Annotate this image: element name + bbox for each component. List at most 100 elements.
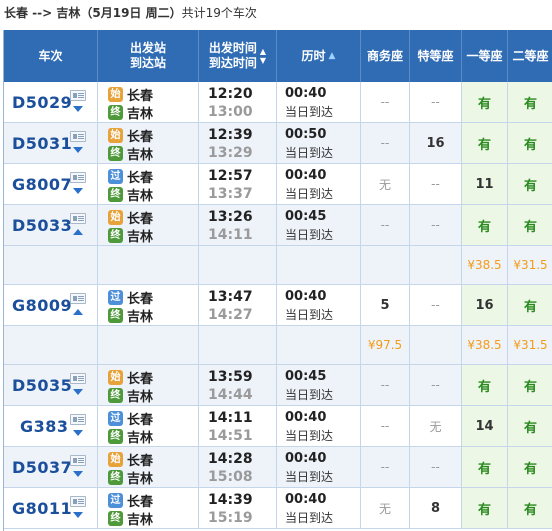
- train-detail-icon[interactable]: [70, 293, 86, 304]
- seat-available[interactable]: 有: [462, 488, 507, 528]
- expand-arrow-icon[interactable]: [73, 430, 83, 436]
- train-detail-icon[interactable]: [70, 172, 86, 183]
- expand-arrow-icon[interactable]: [73, 188, 83, 194]
- seat-cell-biz[interactable]: --: [361, 205, 410, 245]
- seat-cell-first[interactable]: 14: [462, 406, 508, 446]
- seat-cell-second[interactable]: 有: [508, 285, 552, 325]
- seat-cell-first[interactable]: 有: [462, 488, 508, 528]
- seat-count[interactable]: 11: [462, 164, 507, 204]
- train-number-link[interactable]: D5031: [12, 134, 72, 153]
- expand-arrow-icon[interactable]: [73, 106, 83, 112]
- duration-sort-icon[interactable]: ▲: [329, 49, 336, 64]
- seat-cell-biz[interactable]: 无: [361, 164, 410, 204]
- seat-sold-out[interactable]: 无: [410, 406, 461, 446]
- collapse-arrow-icon[interactable]: [73, 309, 83, 315]
- seat-sold-out[interactable]: 无: [361, 488, 409, 528]
- seat-cell-spec[interactable]: --: [410, 447, 462, 487]
- train-detail-icon[interactable]: [70, 373, 86, 384]
- seat-cell-spec[interactable]: 无: [410, 406, 462, 446]
- seat-cell-biz[interactable]: --: [361, 447, 410, 487]
- seat-available[interactable]: 有: [508, 82, 552, 122]
- seat-cell-first[interactable]: 有: [462, 205, 508, 245]
- train-number-link[interactable]: G8009: [12, 296, 72, 315]
- seat-available[interactable]: 有: [508, 406, 552, 446]
- seat-sold-out[interactable]: 无: [361, 164, 409, 204]
- seat-count[interactable]: 5: [361, 285, 409, 325]
- seat-cell-spec[interactable]: --: [410, 164, 462, 204]
- seat-cell-biz[interactable]: --: [361, 365, 410, 405]
- seat-na[interactable]: --: [361, 365, 409, 405]
- seat-cell-biz[interactable]: --: [361, 82, 410, 122]
- seat-available[interactable]: 有: [462, 82, 507, 122]
- train-number-link[interactable]: G383: [20, 417, 69, 436]
- seat-cell-spec[interactable]: --: [410, 365, 462, 405]
- train-detail-icon[interactable]: [70, 496, 86, 507]
- seat-count[interactable]: 16: [462, 285, 507, 325]
- seat-na[interactable]: --: [410, 447, 461, 487]
- seat-cell-spec[interactable]: 16: [410, 123, 462, 163]
- seat-cell-spec[interactable]: --: [410, 82, 462, 122]
- seat-cell-second[interactable]: 有: [508, 406, 552, 446]
- seat-available[interactable]: 有: [462, 365, 507, 405]
- seat-count[interactable]: 16: [410, 123, 461, 163]
- seat-na[interactable]: --: [410, 205, 461, 245]
- seat-na[interactable]: --: [361, 447, 409, 487]
- seat-cell-spec[interactable]: --: [410, 205, 462, 245]
- seat-na[interactable]: --: [361, 82, 409, 122]
- train-detail-icon[interactable]: [70, 90, 86, 101]
- seat-cell-second[interactable]: 有: [508, 205, 552, 245]
- time-sort-icon[interactable]: ▲ ▼: [260, 47, 266, 65]
- seat-na[interactable]: --: [361, 205, 409, 245]
- header-time[interactable]: 出发时间 到达时间 ▲ ▼: [199, 30, 277, 82]
- seat-count[interactable]: 8: [410, 488, 461, 528]
- seat-count[interactable]: 14: [462, 406, 507, 446]
- seat-cell-spec[interactable]: --: [410, 285, 462, 325]
- seat-cell-first[interactable]: 有: [462, 447, 508, 487]
- train-number-link[interactable]: G8007: [12, 175, 72, 194]
- seat-na[interactable]: --: [410, 82, 461, 122]
- seat-cell-second[interactable]: 有: [508, 488, 552, 528]
- seat-na[interactable]: --: [410, 285, 461, 325]
- expand-arrow-icon[interactable]: [73, 389, 83, 395]
- seat-available[interactable]: 有: [462, 205, 507, 245]
- sort-down-icon[interactable]: ▼: [260, 56, 266, 65]
- seat-cell-second[interactable]: 有: [508, 447, 552, 487]
- train-number-link[interactable]: D5035: [12, 376, 72, 395]
- seat-available[interactable]: 有: [462, 447, 507, 487]
- sort-up-icon[interactable]: ▲: [260, 47, 266, 56]
- seat-available[interactable]: 有: [508, 447, 552, 487]
- train-detail-icon[interactable]: [70, 213, 86, 224]
- header-duration[interactable]: 历时 ▲: [277, 30, 361, 82]
- seat-cell-biz[interactable]: 5: [361, 285, 410, 325]
- train-number-link[interactable]: D5029: [12, 93, 72, 112]
- seat-available[interactable]: 有: [508, 365, 552, 405]
- seat-cell-biz[interactable]: --: [361, 123, 410, 163]
- seat-na[interactable]: --: [361, 123, 409, 163]
- seat-cell-second[interactable]: 有: [508, 164, 552, 204]
- train-number-link[interactable]: D5033: [12, 216, 72, 235]
- seat-available[interactable]: 有: [508, 285, 552, 325]
- seat-cell-spec[interactable]: 8: [410, 488, 462, 528]
- train-detail-icon[interactable]: [70, 414, 86, 425]
- collapse-arrow-icon[interactable]: [73, 229, 83, 235]
- train-detail-icon[interactable]: [70, 455, 86, 466]
- seat-na[interactable]: --: [410, 164, 461, 204]
- expand-arrow-icon[interactable]: [73, 147, 83, 153]
- seat-available[interactable]: 有: [508, 488, 552, 528]
- expand-arrow-icon[interactable]: [73, 512, 83, 518]
- seat-cell-second[interactable]: 有: [508, 82, 552, 122]
- seat-cell-biz[interactable]: 无: [361, 488, 410, 528]
- seat-available[interactable]: 有: [508, 164, 552, 204]
- seat-na[interactable]: --: [361, 406, 409, 446]
- seat-cell-first[interactable]: 有: [462, 365, 508, 405]
- seat-cell-first[interactable]: 11: [462, 164, 508, 204]
- train-detail-icon[interactable]: [70, 131, 86, 142]
- seat-cell-first[interactable]: 有: [462, 82, 508, 122]
- expand-arrow-icon[interactable]: [73, 471, 83, 477]
- seat-cell-biz[interactable]: --: [361, 406, 410, 446]
- seat-cell-first[interactable]: 16: [462, 285, 508, 325]
- train-number-link[interactable]: D5037: [12, 458, 72, 477]
- train-number-link[interactable]: G8011: [12, 499, 72, 518]
- seat-cell-second[interactable]: 有: [508, 365, 552, 405]
- seat-na[interactable]: --: [410, 365, 461, 405]
